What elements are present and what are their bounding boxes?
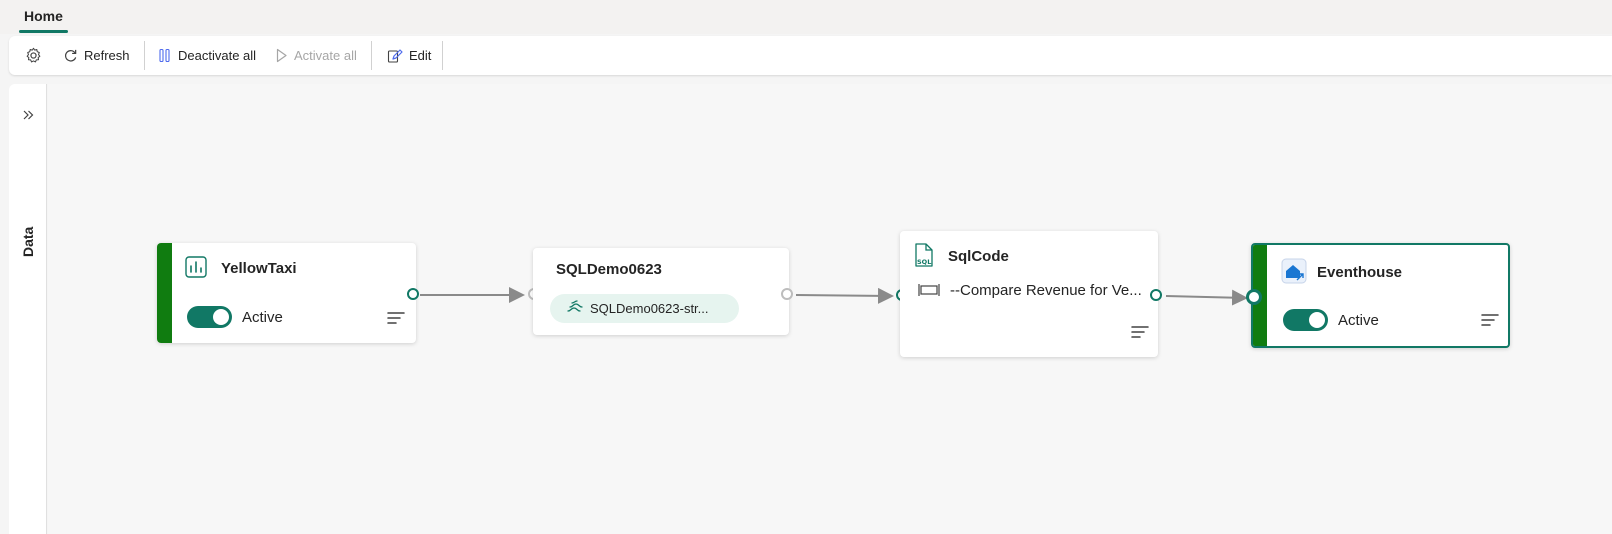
toolbar: Refresh Deactivate all Activate all Edit: [9, 36, 1612, 75]
toggle-label: Active: [1338, 312, 1379, 329]
node-title: Eventhouse: [1317, 264, 1403, 281]
details-menu-icon[interactable]: [1131, 325, 1149, 339]
node-title: SqlCode: [948, 248, 1009, 265]
play-icon: [275, 48, 288, 63]
stream-pill[interactable]: SQLDemo0623-str...: [550, 294, 739, 323]
output-port[interactable]: [1150, 289, 1162, 301]
activate-all-label: Activate all: [294, 48, 357, 63]
chart-icon: [185, 256, 207, 283]
stream-pill-label: SQLDemo0623-str...: [590, 301, 709, 316]
sql-code-preview: --Compare Revenue for Ve...: [950, 282, 1142, 299]
details-menu-icon[interactable]: [1481, 313, 1499, 327]
toolbar-divider: [144, 41, 145, 70]
active-toggle[interactable]: [187, 306, 232, 328]
sql-file-icon: SQL: [914, 243, 934, 272]
toggle-label: Active: [242, 309, 283, 326]
refresh-label: Refresh: [84, 48, 130, 63]
expand-chevron-icon[interactable]: [21, 108, 35, 122]
data-side-panel: Data: [9, 84, 47, 534]
code-block-icon: [918, 283, 940, 302]
edit-icon: [387, 48, 403, 64]
refresh-icon: [63, 48, 78, 63]
gear-icon: [25, 47, 42, 64]
refresh-button[interactable]: Refresh: [63, 36, 130, 75]
toolbar-divider: [442, 41, 443, 70]
pause-icon: [158, 48, 172, 63]
output-port[interactable]: [781, 288, 793, 300]
side-panel-label[interactable]: Data: [20, 227, 36, 257]
node-title: SQLDemo0623: [556, 261, 662, 278]
edit-button[interactable]: Edit: [387, 36, 431, 75]
node-title: YellowTaxi: [221, 260, 297, 277]
sql-operator-node[interactable]: SQL SqlCode --Compare Revenue for Ve...: [900, 231, 1158, 357]
details-menu-icon[interactable]: [387, 311, 405, 325]
source-node[interactable]: YellowTaxi Active: [157, 243, 416, 343]
eventhouse-icon: [1281, 258, 1307, 289]
activate-all-button[interactable]: Activate all: [275, 36, 357, 75]
active-toggle[interactable]: [1283, 309, 1328, 331]
tab-home[interactable]: Home: [19, 0, 68, 34]
destination-node[interactable]: Eventhouse Active: [1251, 243, 1510, 348]
input-port[interactable]: [1246, 289, 1262, 305]
settings-button[interactable]: [25, 36, 42, 75]
deactivate-all-label: Deactivate all: [178, 48, 257, 63]
toolbar-divider: [371, 41, 372, 70]
output-port[interactable]: [407, 288, 419, 300]
active-status-bar: [157, 243, 172, 343]
deactivate-all-button[interactable]: Deactivate all: [158, 36, 256, 75]
svg-text:SQL: SQL: [917, 258, 931, 266]
edit-label: Edit: [409, 48, 432, 63]
stream-icon: [566, 299, 584, 318]
tab-strip: Home: [0, 0, 1612, 34]
stream-node[interactable]: SQLDemo0623 SQLDemo0623-str...: [533, 248, 789, 335]
